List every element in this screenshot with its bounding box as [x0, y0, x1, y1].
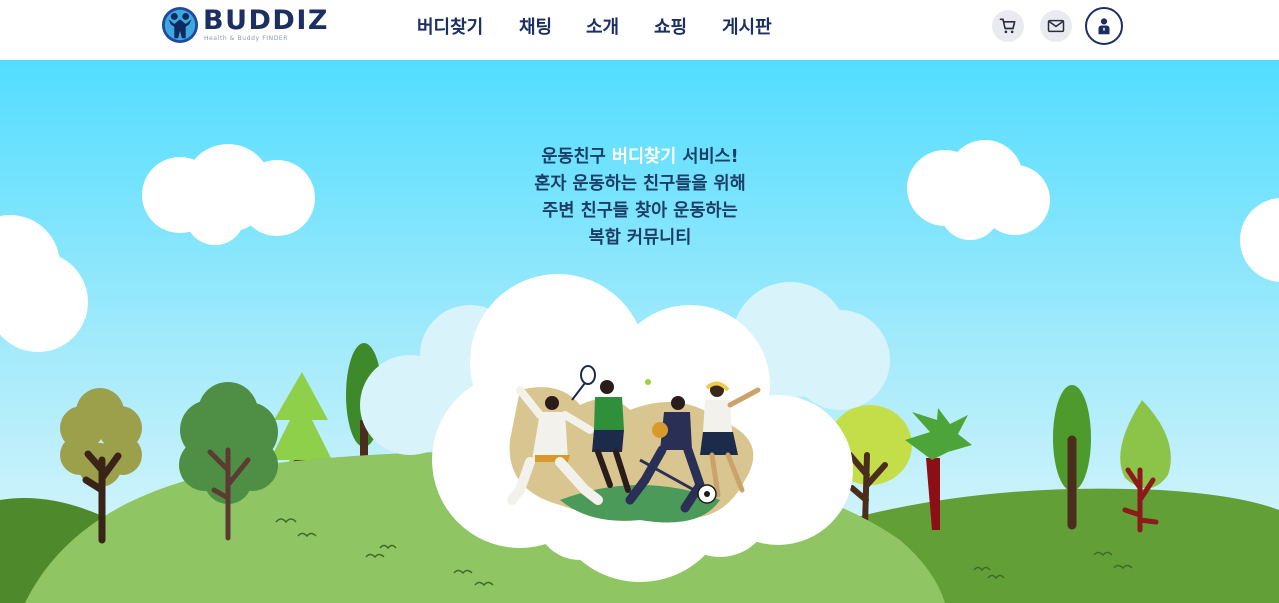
- logo-text: BUDDIZ: [203, 5, 329, 36]
- hero-tagline: 운동친구 버디찾기 서비스! 혼자 운동하는 친구들을 위해 주변 친구들 찾아…: [440, 144, 840, 252]
- logo-subtitle: Health & Buddy FINDER: [204, 35, 289, 42]
- header: BUDDIZ Health & Buddy FINDER 버디찾기 채팅 소개 …: [0, 0, 1279, 60]
- nav-chat[interactable]: 채팅: [519, 15, 552, 41]
- tagline-line-1: 운동친구 버디찾기 서비스!: [440, 144, 840, 171]
- tagline-highlight: 버디찾기: [611, 147, 677, 167]
- tagline-line-2: 혼자 운동하는 친구들을 위해: [534, 174, 746, 194]
- hero-banner: 운동친구 버디찾기 서비스! 혼자 운동하는 친구들을 위해 주변 친구들 찾아…: [0, 60, 1279, 603]
- nav-buddy-finder[interactable]: 버디찾기: [417, 15, 483, 41]
- cart-icon: [999, 18, 1016, 34]
- logo-mark-icon: [161, 6, 199, 44]
- user-icon: [1098, 18, 1110, 35]
- nav-board[interactable]: 게시판: [722, 15, 772, 41]
- tagline-prefix: 운동친구: [541, 147, 612, 167]
- nav-shopping[interactable]: 쇼핑: [654, 15, 687, 41]
- tagline-line-4: 복합 커뮤니티: [588, 228, 692, 248]
- mail-button[interactable]: [1040, 10, 1072, 42]
- mail-icon: [1047, 19, 1065, 33]
- profile-button[interactable]: [1085, 7, 1123, 45]
- tagline-line-3: 주변 친구들 찾아 운동하는: [542, 201, 738, 221]
- cart-button[interactable]: [992, 10, 1024, 42]
- buddiz-logo[interactable]: BUDDIZ Health & Buddy FINDER: [161, 5, 327, 45]
- tagline-suffix: 서비스!: [676, 147, 739, 167]
- hero-illustration: [0, 60, 1279, 603]
- nav-about[interactable]: 소개: [586, 15, 619, 41]
